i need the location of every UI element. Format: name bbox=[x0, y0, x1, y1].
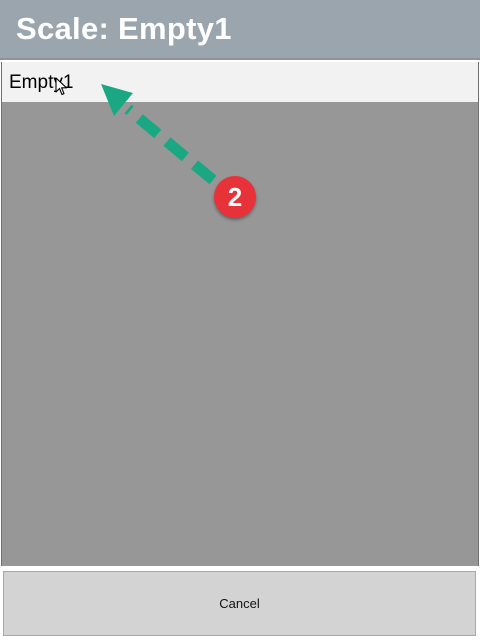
title-bar: Scale: Empty1 bbox=[0, 0, 480, 60]
footer-bar: Cancel bbox=[0, 566, 480, 640]
page-title: Scale: Empty1 bbox=[16, 11, 232, 46]
step-number-badge: 2 bbox=[214, 176, 256, 218]
cancel-button[interactable]: Cancel bbox=[3, 571, 476, 636]
list-item-empty1[interactable]: Empty1 bbox=[2, 62, 478, 102]
scale-list[interactable]: Empty1 bbox=[1, 62, 479, 566]
mouse-pointer-icon bbox=[55, 77, 68, 96]
